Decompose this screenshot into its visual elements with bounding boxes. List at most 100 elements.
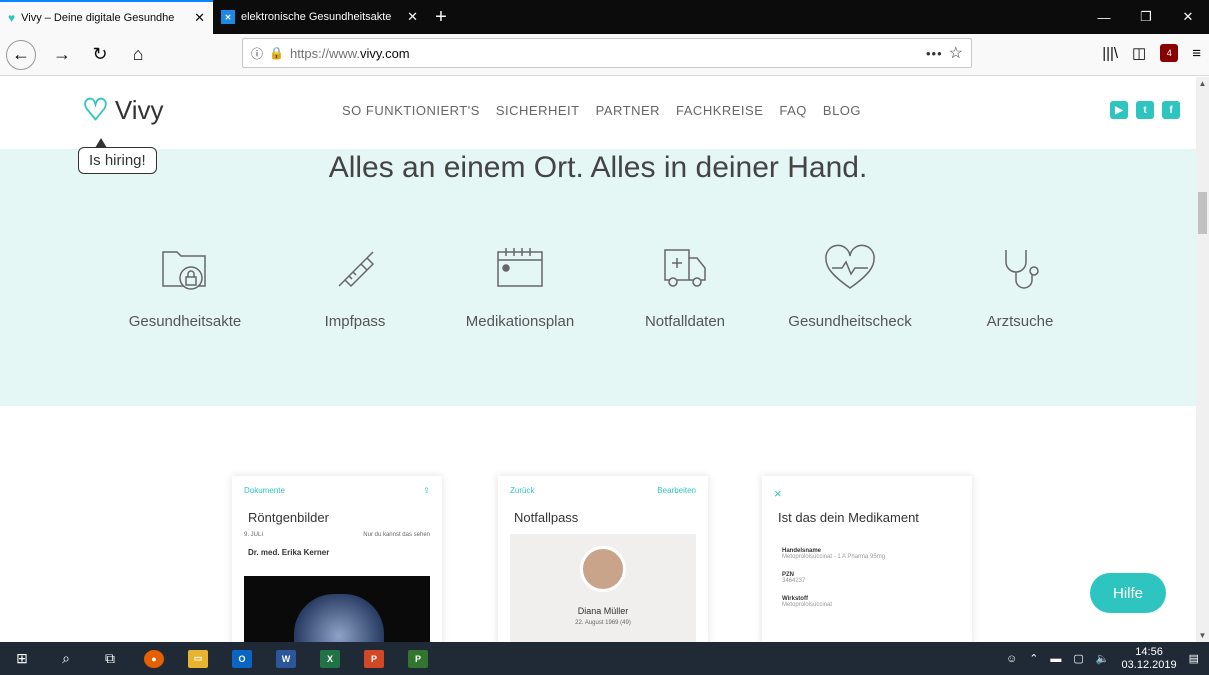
twitter-icon[interactable]: t	[1136, 101, 1154, 119]
info-icon[interactable]: ⓘ	[251, 45, 263, 62]
feature-impfpass[interactable]: Impfpass	[265, 241, 445, 330]
outlook-icon[interactable]: O	[220, 642, 264, 675]
calendar-icon	[430, 241, 610, 297]
address-bar[interactable]: ⓘ 🔒 https://www.vivy.com ••• ☆	[242, 38, 972, 68]
main-menu: SO FUNKTIONIERT'S SICHERHEIT PARTNER FAC…	[342, 103, 861, 118]
network-icon[interactable]: ▢	[1073, 652, 1083, 665]
reload-button[interactable]: ↻	[88, 44, 112, 65]
new-tab-button[interactable]: +	[426, 0, 456, 34]
task-view-icon[interactable]: ⧉	[88, 642, 132, 675]
tab-gesundheitsakte[interactable]: ✕ elektronische Gesundheitsakte ✕	[213, 0, 426, 34]
xray-image	[244, 576, 430, 642]
syringe-icon	[265, 241, 445, 297]
url-domain: vivy.com	[360, 45, 410, 61]
field-value: Metoprololsuccinat	[782, 602, 833, 608]
forward-button[interactable]: →	[50, 44, 74, 65]
field-value: 3464237	[782, 578, 806, 584]
heart-logo-icon: ♡	[82, 93, 109, 127]
word-icon[interactable]: W	[264, 642, 308, 675]
file-explorer-icon[interactable]: ▭	[176, 642, 220, 675]
lock-icon: 🔒	[269, 46, 284, 60]
tab-vivy[interactable]: ♥ Vivy – Deine digitale Gesundhe ✕	[0, 0, 213, 34]
home-button[interactable]: ⌂	[126, 44, 150, 65]
menu-icon[interactable]: ≡	[1192, 45, 1201, 62]
close-tab-icon[interactable]: ✕	[407, 9, 418, 25]
windows-taskbar: ⊞ ⌕ ⧉ ● ▭ O W X P P ☺ ⌃ ▬ ▢ 🔈 14:56 03.1…	[0, 642, 1209, 675]
menu-item-fachkreise[interactable]: FACHKREISE	[676, 103, 763, 118]
feature-arztsuche[interactable]: Arztsuche	[930, 241, 1110, 330]
youtube-icon[interactable]: ▶	[1110, 101, 1128, 119]
chevron-up-icon[interactable]: ⌃	[1029, 652, 1038, 665]
feature-label: Gesundheitsakte	[128, 313, 242, 330]
xray-foot-shape	[294, 594, 384, 642]
bookmark-star-icon[interactable]: ☆	[949, 43, 963, 63]
vivy-favicon-icon: ♥	[8, 11, 16, 25]
menu-item-blog[interactable]: BLOG	[823, 103, 861, 118]
phone-title: Ist das dein Medikament	[778, 510, 919, 525]
url-text[interactable]: https://www.vivy.com	[290, 46, 920, 61]
phone-screenshots: Dokumente ⇪ Röntgenbilder 9. JULI Nur du …	[0, 406, 1196, 642]
menu-item-sicherheit[interactable]: SICHERHEIT	[496, 103, 580, 118]
page-content: ♡ Vivy SO FUNKTIONIERT'S SICHERHEIT PART…	[0, 77, 1196, 642]
project-icon[interactable]: P	[396, 642, 440, 675]
back-link[interactable]: Dokumente	[244, 486, 285, 495]
doctor-name: Dr. med. Erika Kerner	[248, 548, 330, 557]
url-prefix: https://www.	[289, 45, 361, 61]
minimize-button[interactable]: —	[1083, 0, 1125, 34]
close-icon[interactable]: ×	[774, 486, 782, 501]
feature-label: Arztsuche	[986, 313, 1054, 330]
feature-notfalldaten[interactable]: Notfalldaten	[595, 241, 775, 330]
excel-icon[interactable]: X	[308, 642, 352, 675]
facebook-icon[interactable]: f	[1162, 101, 1180, 119]
firefox-icon[interactable]: ●	[132, 642, 176, 675]
menu-item-so-funktionierts[interactable]: SO FUNKTIONIERT'S	[342, 103, 480, 118]
back-button[interactable]: ←	[6, 39, 36, 70]
field-value: Metoprololsuccinat - 1 A Pharma 95mg	[782, 554, 886, 560]
search-icon[interactable]: ⌕	[44, 642, 88, 675]
phone-medikament: × Ist das dein Medikament Handelsname Me…	[762, 476, 972, 642]
page-actions-button[interactable]: •••	[926, 46, 943, 61]
notifications-icon[interactable]: ▤	[1189, 652, 1199, 665]
scroll-down-icon[interactable]: ▼	[1196, 631, 1209, 640]
hero-section: Alles an einem Ort. Alles in deiner Hand…	[0, 149, 1196, 406]
help-button[interactable]: Hilfe	[1090, 573, 1166, 613]
battery-icon[interactable]: ▬	[1050, 653, 1061, 665]
profile-card: Diana Müller 22. August 1969 (49)	[510, 534, 696, 642]
scrollbar-thumb[interactable]	[1198, 192, 1207, 234]
windows-start-icon[interactable]: ⊞	[0, 642, 44, 675]
restore-button[interactable]: ❐	[1125, 0, 1167, 34]
feature-medikationsplan[interactable]: Medikationsplan	[430, 241, 610, 330]
navigation-bar: ← → ↻ ⌂ ⓘ 🔒 https://www.vivy.com ••• ☆ |…	[0, 34, 1209, 76]
tab-title: Vivy – Deine digitale Gesundhe	[21, 12, 175, 24]
close-window-button[interactable]: ✕	[1167, 0, 1209, 34]
person-dob: 22. August 1969 (49)	[575, 620, 631, 626]
menu-item-faq[interactable]: FAQ	[779, 103, 807, 118]
feature-label: Gesundheitscheck	[788, 313, 912, 330]
stethoscope-icon	[930, 241, 1110, 297]
heart-pulse-icon	[760, 241, 940, 297]
sidebar-icon[interactable]: ◫	[1132, 44, 1146, 62]
edit-link[interactable]: Bearbeiten	[657, 486, 696, 495]
vivy-logo[interactable]: ♡ Vivy	[82, 95, 164, 126]
scroll-up-icon[interactable]: ▲	[1196, 79, 1209, 88]
is-hiring-badge[interactable]: Is hiring!	[78, 138, 157, 174]
feature-gesundheitscheck[interactable]: Gesundheitscheck	[760, 241, 940, 330]
back-link[interactable]: Zurück	[510, 486, 534, 495]
powerpoint-icon[interactable]: P	[352, 642, 396, 675]
feature-gesundheitsakte[interactable]: Gesundheitsakte	[95, 241, 275, 330]
ambulance-icon	[595, 241, 775, 297]
share-icon[interactable]: ⇪	[423, 486, 430, 495]
system-tray: ☺ ⌃ ▬ ▢ 🔈 14:56 03.12.2019 ▤	[1006, 646, 1209, 672]
page-scrollbar[interactable]: ▲ ▼	[1196, 77, 1209, 642]
library-icon[interactable]: |||\	[1102, 45, 1118, 62]
people-icon[interactable]: ☺	[1006, 653, 1017, 665]
clock[interactable]: 14:56 03.12.2019	[1122, 646, 1177, 672]
volume-icon[interactable]: 🔈	[1096, 652, 1110, 665]
doc-date: 9. JULI	[244, 532, 264, 538]
menu-item-partner[interactable]: PARTNER	[596, 103, 660, 118]
feature-label: Medikationsplan	[465, 313, 575, 330]
phone-notfallpass: Zurück Bearbeiten Notfallpass Diana Mülle…	[498, 476, 708, 642]
close-tab-icon[interactable]: ✕	[194, 10, 205, 26]
ublock-icon[interactable]: 4	[1160, 44, 1179, 62]
clock-time: 14:56	[1135, 645, 1163, 658]
